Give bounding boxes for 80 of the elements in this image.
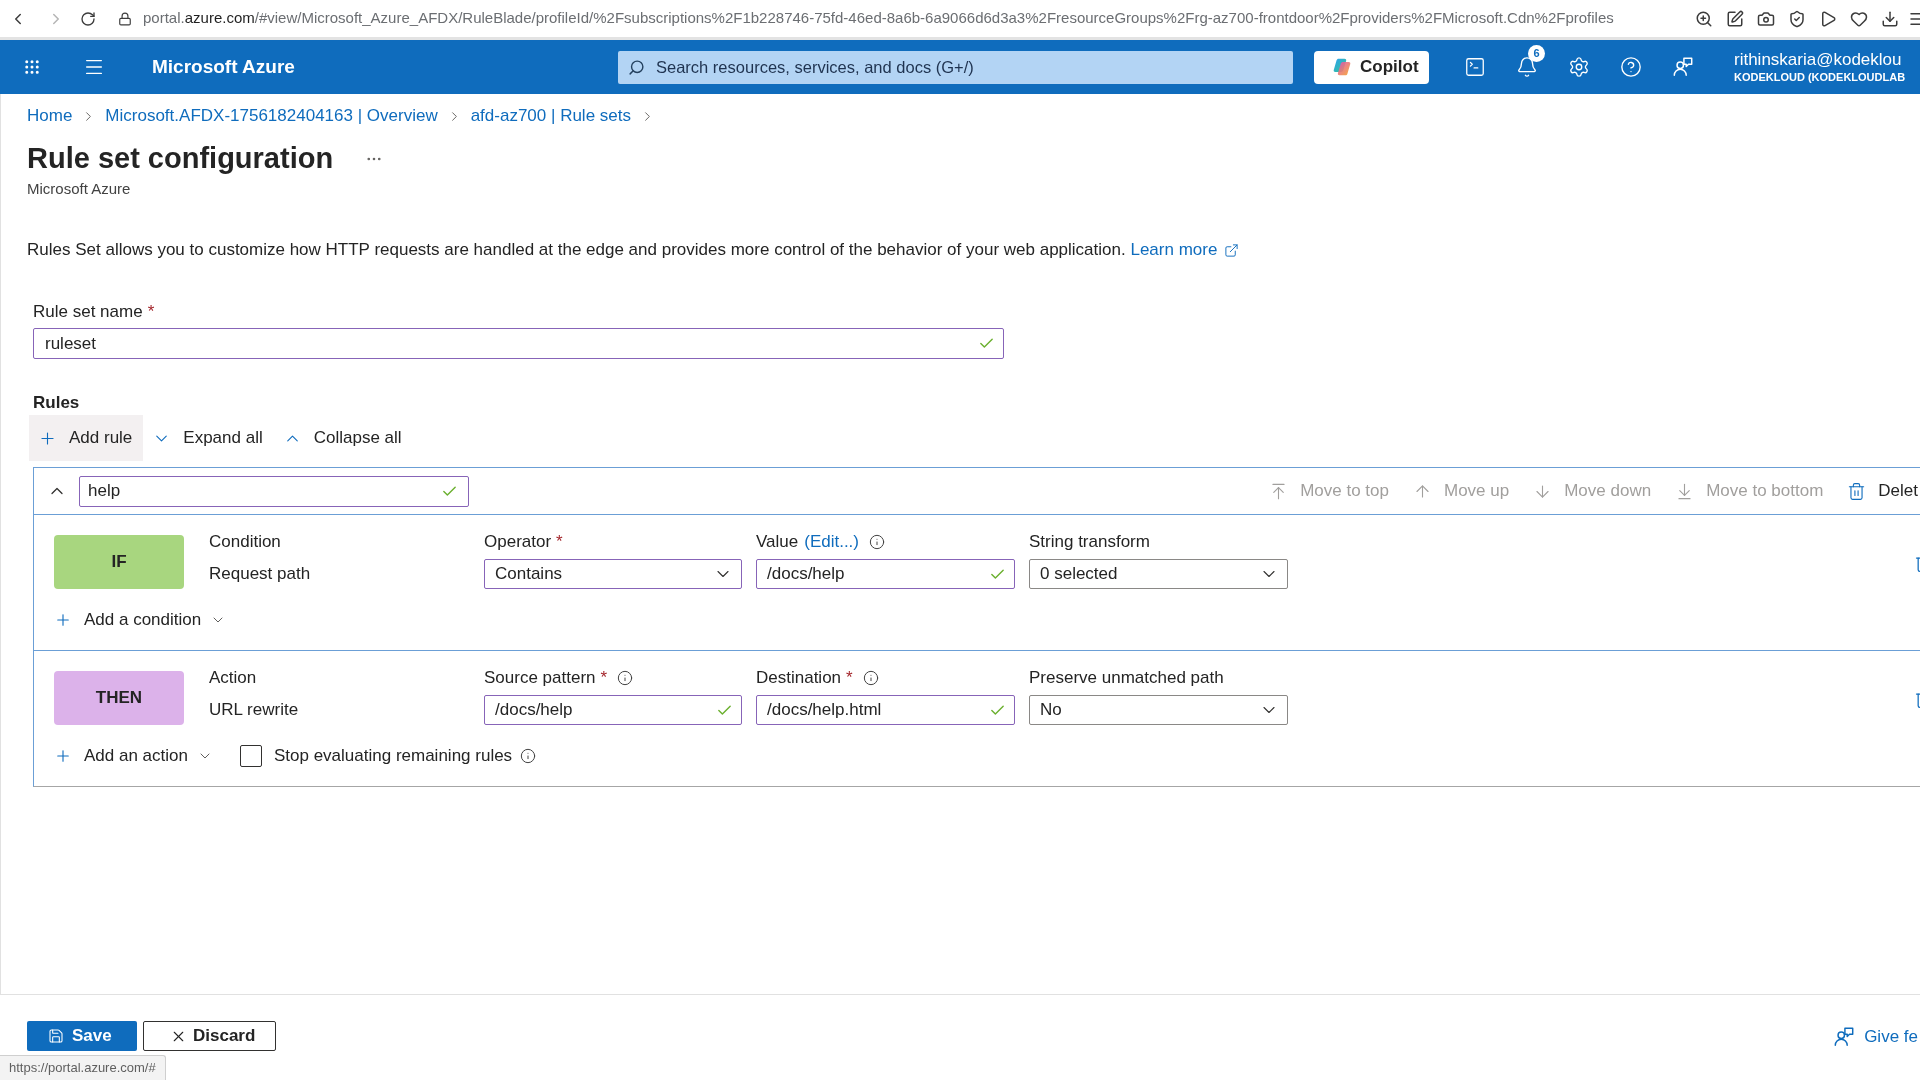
description-text: Rules Set allows you to customize how HTTP requests are handled at the edge and provides more control of the behavior of your web application. Learn more: [27, 238, 1920, 262]
info-icon[interactable]: [617, 670, 634, 686]
plus-icon: [54, 611, 72, 629]
bell-icon[interactable]: [1516, 56, 1538, 78]
field-label: String transform: [1029, 531, 1150, 554]
rule-badge: THEN: [54, 671, 184, 725]
field-label: Destination: [756, 667, 842, 690]
account-directory: KODEKLOUD (KODEKLOUDLAB: [1734, 70, 1906, 84]
section-heading: Action: [209, 667, 258, 689]
heart-icon[interactable]: [1850, 9, 1868, 28]
feedback-icon[interactable]: [1672, 56, 1694, 78]
app-launcher-icon[interactable]: [23, 58, 41, 76]
copilot-icon: [1332, 57, 1352, 77]
settings-icon[interactable]: [1568, 56, 1590, 78]
add-menu-button[interactable]: Add an action: [54, 743, 213, 769]
edit-link[interactable]: (Edit...): [804, 529, 859, 555]
notification-badge: 6: [1528, 45, 1545, 62]
toolbar-button[interactable]: Expand all: [143, 415, 274, 461]
download-icon[interactable]: [1881, 9, 1899, 28]
add-menu-button[interactable]: Add a condition: [54, 607, 227, 633]
rule-badge: IF: [54, 535, 184, 589]
url-text[interactable]: portal.azure.com/#view/Microsoft_Azure_AFDX/RuleBlade/profileId/%2Fsubscriptions%2F1b228746-75fd-46ed-8a6b-6a9066d6d3a3%2FresourceGroups%2Frg-az700-frontdoor%2Fproviders%2FMicrosoft.Cdn%2Fprofiles: [143, 7, 1614, 30]
section-type: Request path: [209, 563, 312, 585]
link-preview-tooltip: https://portal.azure.com/#: [0, 1055, 166, 1080]
dropdown[interactable]: Contains: [484, 559, 742, 589]
account-name[interactable]: rithinskaria@kodeklou: [1734, 50, 1906, 70]
zoom-in-icon[interactable]: [1695, 9, 1713, 28]
required-mark: *: [556, 531, 563, 554]
info-icon[interactable]: [862, 670, 879, 686]
breadcrumb-link[interactable]: afd-az700 | Rule sets: [470, 105, 631, 127]
required-mark: *: [846, 667, 853, 690]
page-subtitle: Microsoft Azure: [27, 179, 132, 199]
shield-check-icon[interactable]: [1788, 9, 1806, 28]
copilot-button[interactable]: Copilot: [1314, 50, 1429, 84]
field-label: Rule set name: [33, 301, 143, 324]
breadcrumb-link[interactable]: Home: [27, 105, 73, 127]
edit-icon[interactable]: [1726, 9, 1744, 28]
toolbar-button[interactable]: Collapse all: [273, 415, 413, 461]
external-link-icon: [1224, 242, 1240, 258]
reload-icon[interactable]: [80, 10, 96, 27]
dropdown[interactable]: 0 selected: [1029, 559, 1288, 589]
search-field[interactable]: Search resources, services, and docs (G+/): [618, 50, 1293, 84]
text-field[interactable]: ruleset: [33, 328, 1004, 359]
toolbar-button[interactable]: Add rule: [29, 415, 144, 461]
field-label: Source pattern: [484, 667, 596, 690]
lock-icon: [118, 11, 132, 26]
discard-button[interactable]: Discard: [143, 1021, 276, 1051]
text-field[interactable]: /docs/help: [484, 695, 742, 725]
field-label: Operator: [484, 531, 552, 554]
text-field[interactable]: /docs/help: [756, 559, 1015, 589]
help-icon[interactable]: [1620, 56, 1642, 78]
required-mark: *: [147, 301, 155, 324]
plus-icon: [54, 747, 72, 765]
info-icon[interactable]: [520, 748, 537, 764]
info-icon[interactable]: [869, 534, 885, 550]
required-mark: *: [600, 667, 608, 690]
text-field[interactable]: /docs/help.html: [756, 695, 1015, 725]
camera-icon[interactable]: [1757, 9, 1775, 28]
trash-icon: [1847, 481, 1867, 501]
terminal-icon[interactable]: [1464, 56, 1486, 78]
text-field[interactable]: help: [79, 475, 469, 507]
feedback-link[interactable]: Give fe: [1833, 1024, 1920, 1050]
checkbox-label: Stop evaluating remaining rules: [273, 745, 513, 768]
play-icon[interactable]: [1819, 9, 1837, 28]
action-button[interactable]: Delet: [1847, 478, 1918, 504]
search-icon: [628, 58, 645, 76]
checkbox[interactable]: [239, 745, 262, 767]
section-heading: Condition: [209, 531, 282, 553]
learn-more-link[interactable]: Learn more: [1130, 238, 1240, 262]
save-button[interactable]: Save: [27, 1021, 137, 1051]
save-icon: [48, 1028, 64, 1044]
feedback-icon: [1833, 1025, 1856, 1048]
section-heading: Rules: [33, 392, 81, 414]
breadcrumb-link[interactable]: Microsoft.AFDX-1756182404163 | Overview: [105, 105, 438, 127]
page-title: Rule set configuration: [27, 141, 334, 176]
dropdown[interactable]: No: [1029, 695, 1288, 725]
section-type: URL rewrite: [209, 699, 300, 721]
field-label: Value: [756, 531, 799, 554]
product-name: Microsoft Azure: [152, 54, 295, 79]
field-label: Preserve unmatched path: [1029, 667, 1224, 690]
